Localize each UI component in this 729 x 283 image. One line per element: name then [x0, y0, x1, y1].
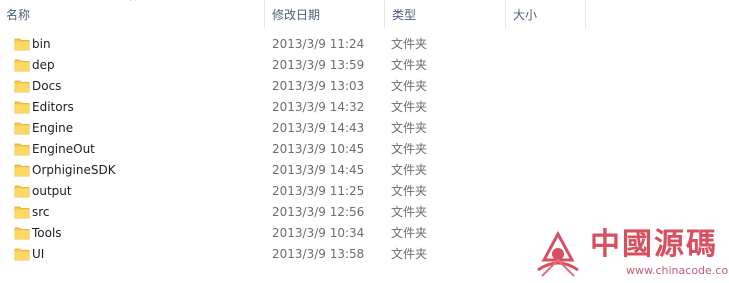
- folder-icon: [14, 100, 30, 114]
- file-type: 文件夹: [391, 58, 428, 72]
- file-type: 文件夹: [391, 226, 428, 240]
- file-name: dep: [32, 58, 55, 72]
- file-row[interactable]: EngineOut 2013/3/9 10:45 文件夹: [0, 139, 520, 160]
- file-modified-date: 2013/3/9 10:45: [272, 142, 365, 156]
- file-type: 文件夹: [391, 79, 428, 93]
- file-modified-date: 2013/3/9 13:59: [272, 58, 365, 72]
- column-header-date[interactable]: 修改日期: [266, 0, 385, 28]
- file-name: OrphigineSDK: [32, 163, 116, 177]
- file-type: 文件夹: [391, 121, 428, 135]
- file-name: Engine: [32, 121, 74, 135]
- file-modified-date: 2013/3/9 14:32: [272, 100, 365, 114]
- watermark-logo-icon: [537, 230, 579, 277]
- folder-icon: [14, 163, 30, 177]
- file-name: output: [32, 184, 72, 198]
- folder-icon: [14, 247, 30, 261]
- column-header-size[interactable]: 大小: [507, 0, 586, 28]
- file-row[interactable]: bin 2013/3/9 11:24 文件夹: [0, 34, 520, 55]
- file-modified-date: 2013/3/9 14:43: [272, 121, 365, 135]
- file-modified-date: 2013/3/9 12:56: [272, 205, 365, 219]
- file-row[interactable]: dep 2013/3/9 13:59 文件夹: [0, 55, 520, 76]
- file-row[interactable]: Editors 2013/3/9 14:32 文件夹: [0, 97, 520, 118]
- file-modified-date: 2013/3/9 13:58: [272, 247, 365, 261]
- file-modified-date: 2013/3/9 14:45: [272, 163, 365, 177]
- file-modified-date: 2013/3/9 11:24: [272, 37, 365, 51]
- file-name: src: [32, 205, 50, 219]
- watermark-url: www.chinacode.com: [626, 264, 729, 277]
- file-type: 文件夹: [391, 247, 428, 261]
- watermark: 中國源碼 www.chinacode.com: [530, 227, 729, 280]
- file-name: Tools: [32, 226, 62, 240]
- file-row[interactable]: Tools 2013/3/9 10:34 文件夹: [0, 223, 520, 244]
- file-type: 文件夹: [391, 163, 428, 177]
- file-name: Editors: [32, 100, 74, 114]
- watermark-title: 中國源碼: [590, 227, 718, 262]
- folder-icon: [14, 121, 30, 135]
- folder-icon: [14, 79, 30, 93]
- column-header-bar: 名称 ^ 修改日期 类型 大小: [0, 0, 729, 28]
- file-type: 文件夹: [391, 205, 428, 219]
- column-header-name-label: 名称: [6, 8, 31, 22]
- folder-icon: [14, 142, 30, 156]
- file-row[interactable]: output 2013/3/9 11:25 文件夹: [0, 181, 520, 202]
- file-type: 文件夹: [391, 142, 428, 156]
- column-header-type[interactable]: 类型: [386, 0, 506, 28]
- folder-icon: [14, 37, 30, 51]
- file-row[interactable]: UI 2013/3/9 13:58 文件夹: [0, 244, 520, 265]
- file-name: UI: [32, 247, 45, 261]
- file-modified-date: 2013/3/9 13:03: [272, 79, 365, 93]
- file-name: EngineOut: [32, 142, 95, 156]
- file-row[interactable]: src 2013/3/9 12:56 文件夹: [0, 202, 520, 223]
- folder-icon: [14, 226, 30, 240]
- sort-ascending-icon: ^: [129, 0, 138, 8]
- column-header-size-label: 大小: [513, 8, 538, 22]
- file-row[interactable]: Docs 2013/3/9 13:03 文件夹: [0, 76, 520, 97]
- file-row[interactable]: Engine 2013/3/9 14:43 文件夹: [0, 118, 520, 139]
- folder-icon: [14, 205, 30, 219]
- file-modified-date: 2013/3/9 10:34: [272, 226, 365, 240]
- column-header-date-label: 修改日期: [272, 8, 321, 22]
- file-type: 文件夹: [391, 37, 428, 51]
- file-name: bin: [32, 37, 51, 51]
- folder-icon: [14, 58, 30, 72]
- column-header-name[interactable]: 名称 ^: [0, 0, 265, 28]
- file-modified-date: 2013/3/9 11:25: [272, 184, 365, 198]
- file-name: Docs: [32, 79, 62, 93]
- folder-icon: [14, 184, 30, 198]
- file-type: 文件夹: [391, 184, 428, 198]
- file-type: 文件夹: [391, 100, 428, 114]
- column-header-type-label: 类型: [392, 8, 417, 22]
- file-row[interactable]: OrphigineSDK 2013/3/9 14:45 文件夹: [0, 160, 520, 181]
